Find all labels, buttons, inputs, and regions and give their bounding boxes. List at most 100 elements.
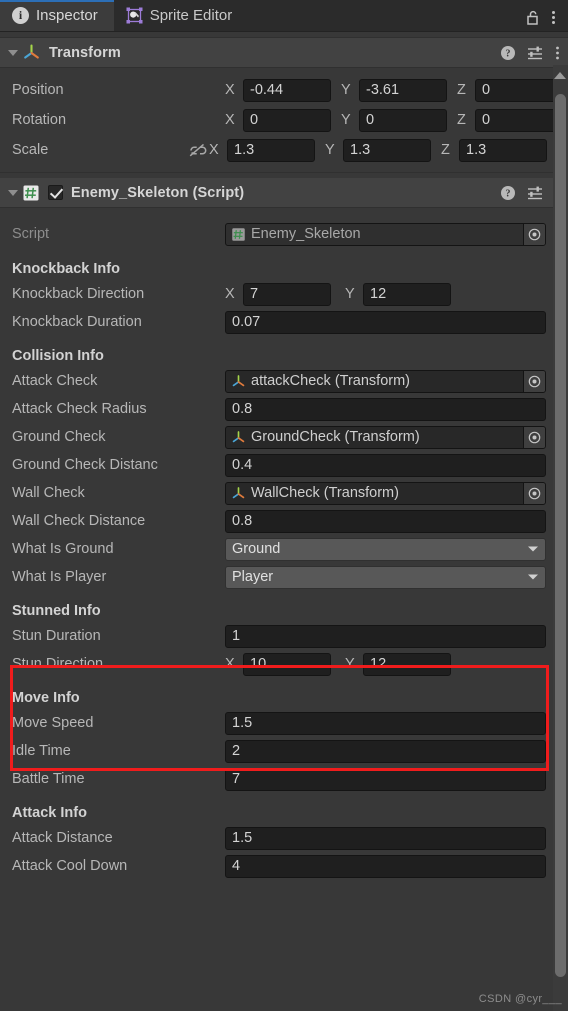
field-label-script: Script: [12, 226, 50, 242]
constrain-proportions-off-icon[interactable]: [188, 142, 209, 158]
attack-check-radius-input[interactable]: 0.8: [225, 397, 546, 421]
kebab-menu-icon[interactable]: [551, 9, 556, 26]
field-label-knockback-duration: Knockback Duration: [12, 314, 142, 330]
field-label-idle-time: Idle Time: [12, 743, 71, 759]
vertical-scrollbar-thumb[interactable]: [555, 94, 566, 977]
tab-bar-actions: [525, 9, 568, 31]
field-row-ground-check: Ground Check GroundCheck (Transform): [0, 423, 568, 451]
object-picker-icon[interactable]: [523, 426, 545, 448]
stun-direction-y-input[interactable]: 12: [363, 652, 451, 676]
wall-check-object-field[interactable]: WallCheck (Transform): [225, 481, 546, 505]
axis-label-y: Y: [345, 286, 355, 302]
info-icon: i: [12, 6, 29, 24]
group-title-stunned-info: Stunned Info: [12, 603, 101, 619]
field-label-ground-check-distance: Ground Check Distanc: [12, 457, 158, 473]
rotation-y-input[interactable]: 0: [359, 108, 447, 132]
tab-sprite-editor[interactable]: Sprite Editor: [113, 0, 249, 31]
axis-label-x: X: [225, 656, 235, 672]
field-row-stun-direction: Stun Direction X 10 Y 12: [0, 650, 568, 678]
field-label-stun-direction: Stun Direction: [12, 656, 104, 672]
chevron-down-icon: [527, 545, 539, 553]
component-enabled-checkbox[interactable]: [48, 185, 63, 200]
field-row-rotation: Rotation X 0 Y 0 Z 0: [0, 105, 568, 135]
object-picker-icon[interactable]: [523, 482, 545, 504]
vector3-rotation: X 0 Y 0 Z 0: [225, 108, 563, 132]
field-label-position: Position: [12, 82, 64, 98]
stun-direction-x-input[interactable]: 10: [243, 652, 331, 676]
component-title-transform: Transform: [49, 44, 121, 61]
battle-time-input[interactable]: 7: [225, 767, 546, 791]
idle-time-input[interactable]: 2: [225, 739, 546, 763]
field-row-stun-duration: Stun Duration 1: [0, 622, 568, 650]
object-picker-icon[interactable]: [523, 370, 545, 392]
script-fields: Script Enemy_Skeleton Knockback Info Kno…: [0, 208, 568, 880]
position-z-input[interactable]: 0: [475, 78, 563, 102]
object-picker-icon[interactable]: [523, 223, 545, 245]
field-row-scale: Scale X 1.3 Y 1.3 Z 1.3: [0, 135, 568, 165]
field-row-attack-check: Attack Check attackCheck (Transform): [0, 367, 568, 395]
attack-cool-down-input[interactable]: 4: [225, 854, 546, 878]
svg-text:?: ?: [506, 188, 511, 199]
foldout-arrow-transform-icon[interactable]: [6, 46, 20, 60]
field-label-attack-cool-down: Attack Cool Down: [12, 858, 128, 874]
transform-gizmo-icon: [231, 430, 246, 445]
ground-check-object-field[interactable]: GroundCheck (Transform): [225, 425, 546, 449]
unlocked-padlock-icon[interactable]: [525, 9, 541, 26]
wall-check-value: WallCheck (Transform): [251, 485, 399, 501]
scroll-up-arrow-icon[interactable]: [554, 72, 566, 79]
kebab-menu-icon[interactable]: [555, 45, 560, 61]
scale-z-input[interactable]: 1.3: [459, 138, 547, 162]
position-x-input[interactable]: -0.44: [243, 78, 331, 102]
attack-check-object-field[interactable]: attackCheck (Transform): [225, 369, 546, 393]
scale-y-input[interactable]: 1.3: [343, 138, 431, 162]
component-header-enemy-skeleton[interactable]: Enemy_Skeleton (Script) ?: [0, 178, 568, 208]
field-row-ground-check-distance: Ground Check Distanc 0.4: [0, 451, 568, 479]
axis-label-x: X: [209, 142, 219, 158]
ground-check-distance-input[interactable]: 0.4: [225, 453, 546, 477]
script-header-actions: ?: [500, 185, 560, 201]
preset-settings-icon[interactable]: [527, 185, 544, 201]
knockback-duration-input[interactable]: 0.07: [225, 310, 546, 334]
script-object-field-value: Enemy_Skeleton: [251, 226, 361, 242]
knockback-direction-x-input[interactable]: 7: [243, 282, 331, 306]
what-is-player-dropdown[interactable]: Player: [225, 565, 546, 589]
axis-label-x: X: [225, 286, 235, 302]
unity-inspector-window: i Inspector Sprite Editor Transform ? Po…: [0, 0, 568, 1011]
vertical-scrollbar-track[interactable]: [553, 65, 568, 1011]
move-speed-input[interactable]: 1.5: [225, 711, 546, 735]
stun-duration-input[interactable]: 1: [225, 624, 546, 648]
foldout-arrow-script-icon[interactable]: [6, 186, 20, 200]
position-y-input[interactable]: -3.61: [359, 78, 447, 102]
transform-gizmo-icon: [22, 43, 41, 62]
field-row-wall-check-distance: Wall Check Distance 0.8: [0, 507, 568, 535]
rotation-x-input[interactable]: 0: [243, 108, 331, 132]
vector2-stun-direction: X 10 Y 12: [225, 652, 546, 676]
script-object-field[interactable]: Enemy_Skeleton: [225, 222, 546, 246]
field-label-knockback-direction: Knockback Direction: [12, 286, 145, 302]
what-is-ground-value: Ground: [232, 541, 281, 557]
preset-settings-icon[interactable]: [527, 45, 544, 61]
field-row-what-is-player: What Is Player Player: [0, 563, 568, 591]
tab-inspector-label: Inspector: [36, 6, 98, 24]
component-header-transform[interactable]: Transform ?: [0, 38, 568, 68]
axis-label-y: Y: [341, 82, 351, 98]
axis-label-y: Y: [341, 112, 351, 128]
group-title-move-info: Move Info: [12, 690, 80, 706]
axis-label-z: Z: [441, 142, 450, 158]
what-is-ground-dropdown[interactable]: Ground: [225, 537, 546, 561]
group-title-knockback-info: Knockback Info: [12, 261, 120, 277]
help-icon[interactable]: ?: [500, 185, 516, 201]
attack-distance-input[interactable]: 1.5: [225, 826, 546, 850]
scale-x-input[interactable]: 1.3: [227, 138, 315, 162]
field-row-idle-time: Idle Time 2: [0, 737, 568, 765]
group-title-collision-info: Collision Info: [12, 348, 104, 364]
knockback-direction-y-input[interactable]: 12: [363, 282, 451, 306]
wall-check-distance-input[interactable]: 0.8: [225, 509, 546, 533]
svg-text:?: ?: [506, 48, 511, 59]
field-row-knockback-direction: Knockback Direction X 7 Y 12: [0, 280, 568, 308]
tab-inspector[interactable]: i Inspector: [0, 0, 114, 31]
rotation-z-input[interactable]: 0: [475, 108, 563, 132]
field-label-attack-check: Attack Check: [12, 373, 98, 389]
vector3-scale: X 1.3 Y 1.3 Z 1.3: [209, 138, 547, 162]
help-icon[interactable]: ?: [500, 45, 516, 61]
